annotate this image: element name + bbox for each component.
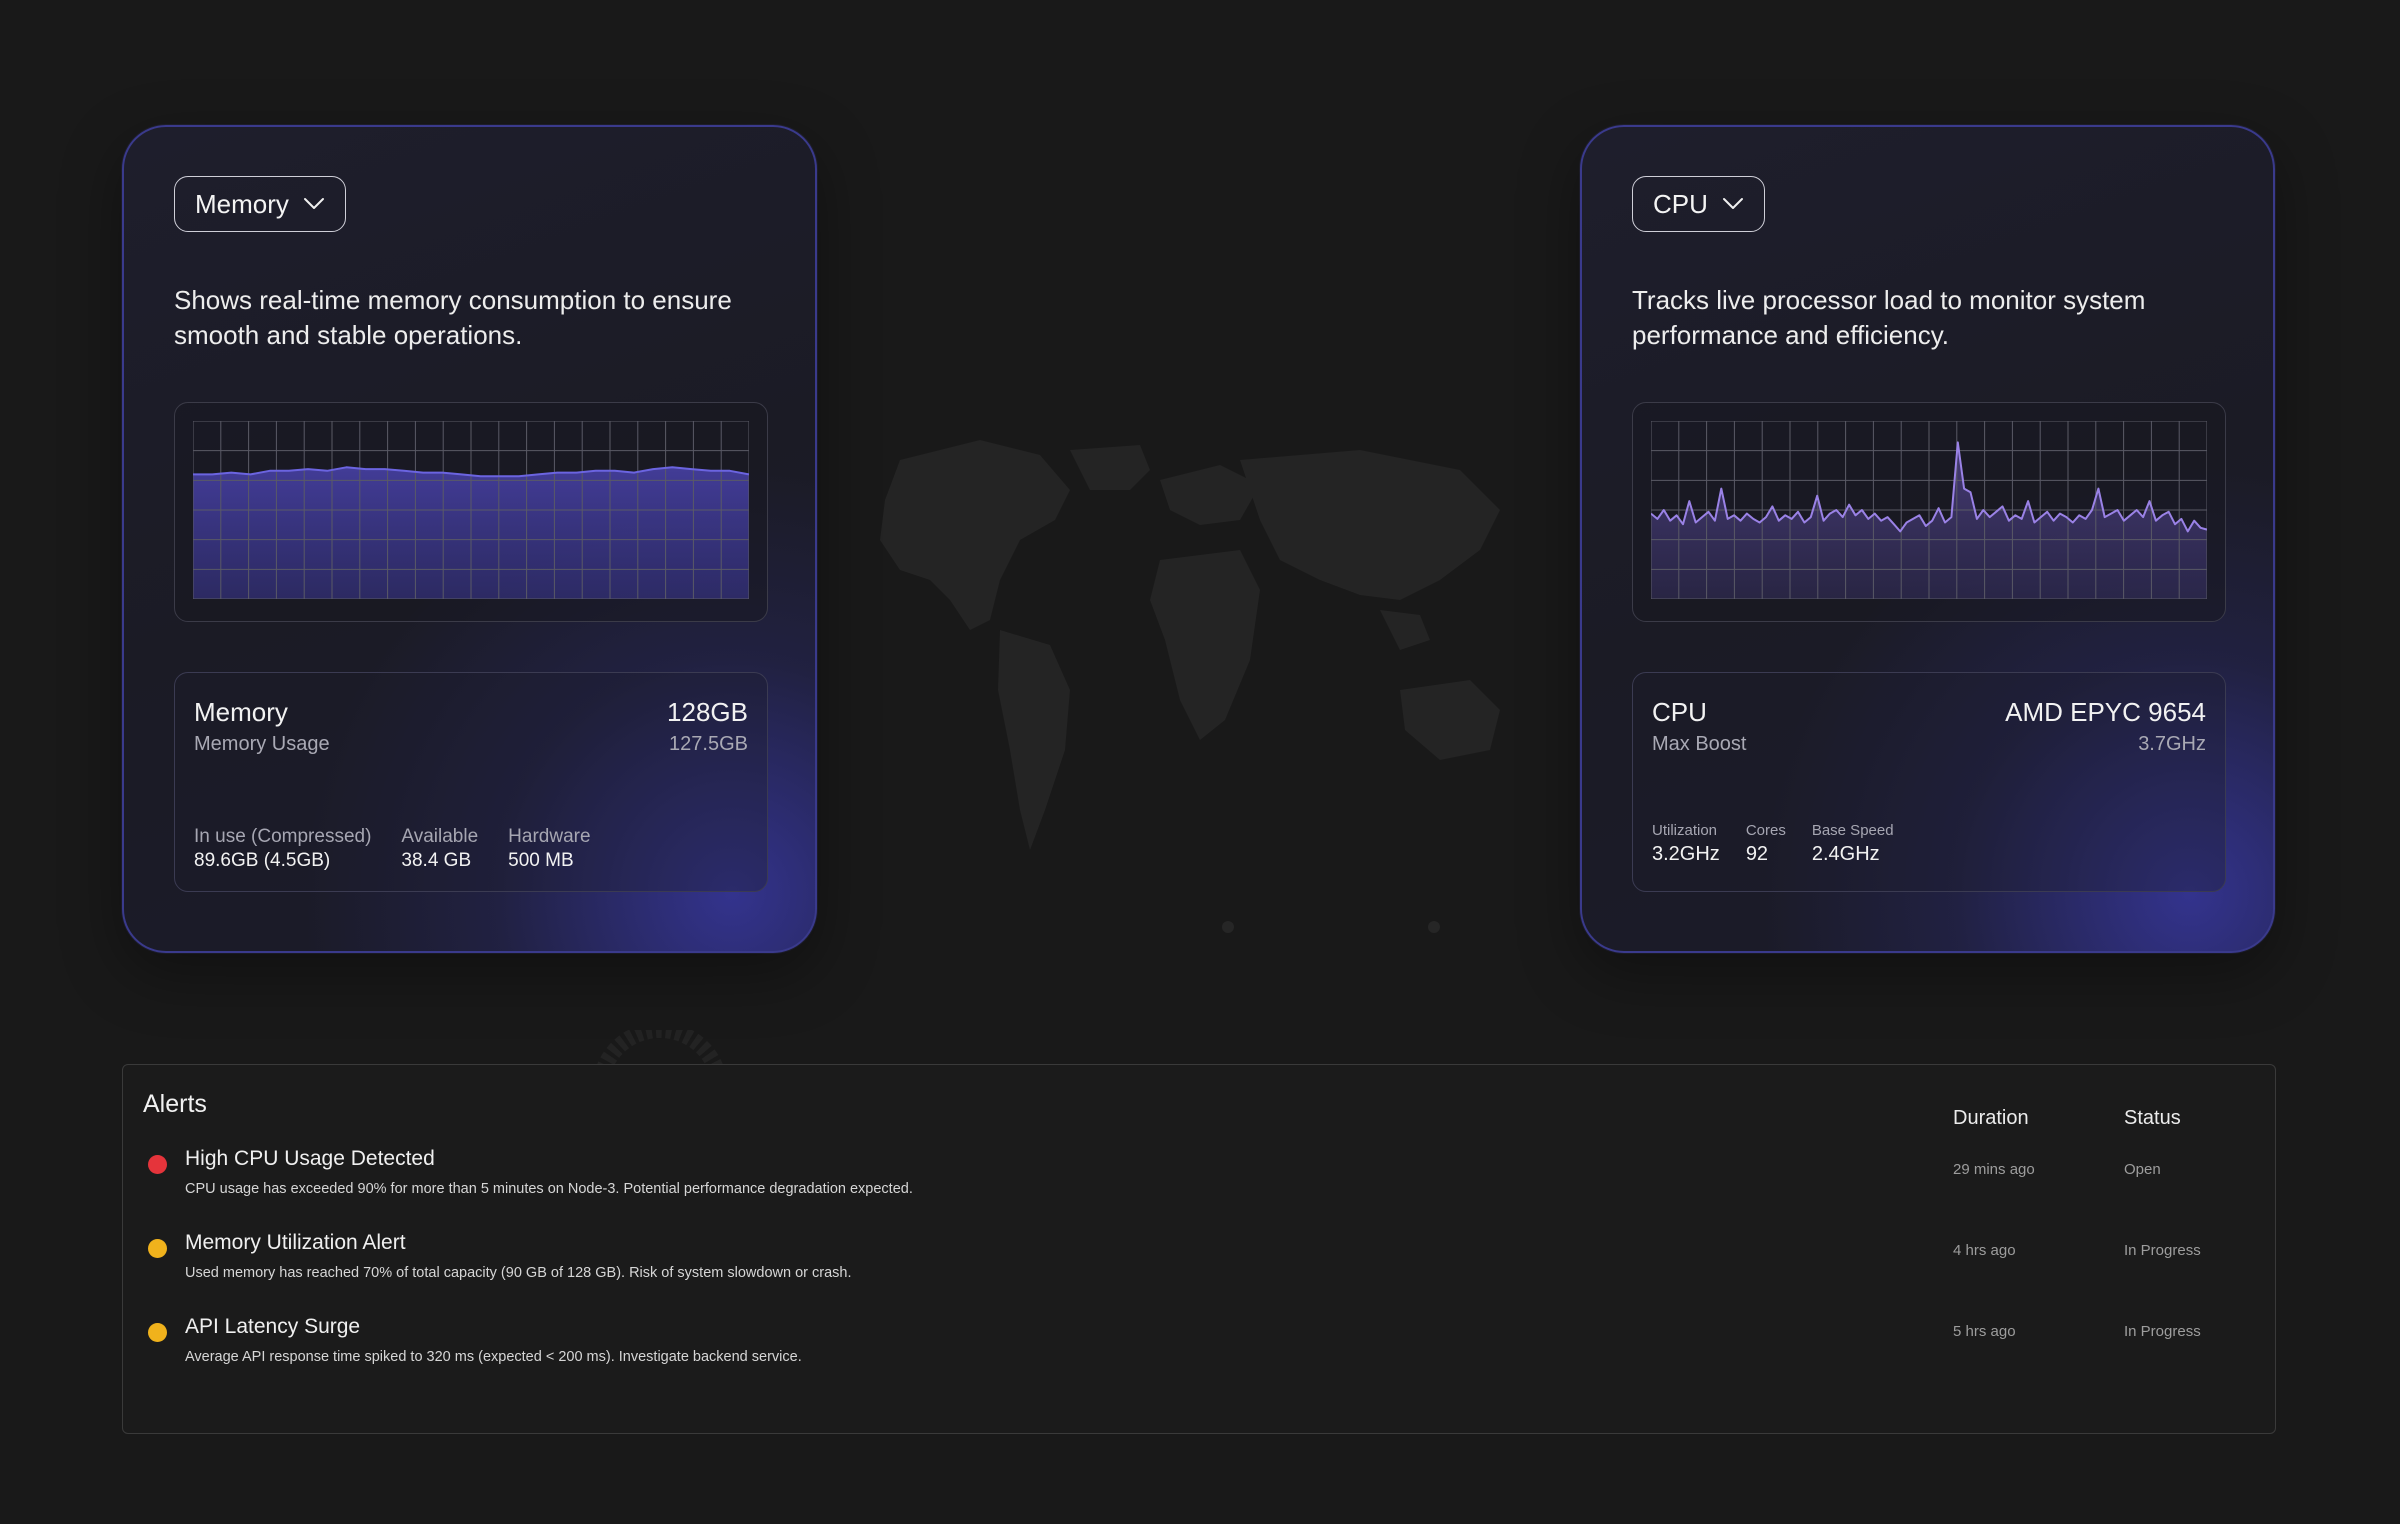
- cpu-model-value: AMD EPYC 9654: [2005, 697, 2206, 727]
- alert-severity-dot: [148, 1239, 167, 1258]
- memory-total-value: 128GB: [667, 697, 748, 727]
- stat-hardware: Hardware 500 MB: [508, 825, 590, 873]
- stat-value: 89.6GB (4.5GB): [194, 850, 331, 871]
- alert-duration: 29 mins ago: [1953, 1161, 2035, 1178]
- stat-in-use: In use (Compressed) 89.6GB (4.5GB): [194, 825, 371, 873]
- memory-usage-graph: [193, 421, 749, 599]
- column-header-duration: Duration: [1953, 1107, 2029, 1129]
- cpu-load-graph: [1651, 421, 2207, 599]
- chart-grid: [193, 421, 749, 599]
- cpu-info-title: CPU: [1652, 697, 1707, 727]
- alert-description: CPU usage has exceeded 90% for more than…: [185, 1181, 913, 1197]
- cpu-dropdown[interactable]: CPU: [1632, 176, 1765, 232]
- chart-grid: [1651, 421, 2207, 599]
- stat-value: 38.4 GB: [401, 850, 472, 871]
- alert-status: In Progress: [2124, 1242, 2201, 1259]
- cpu-card: CPU Tracks live processor load to monito…: [1580, 125, 2275, 953]
- alerts-panel: Alerts Duration Status High CPU Usage De…: [122, 1064, 2276, 1434]
- stat-label: Hardware: [508, 826, 591, 847]
- stat-value: 3.2GHz: [1652, 843, 1720, 865]
- cpu-info-panel: CPU Max Boost AMD EPYC 9654 3.7GHz Utili…: [1632, 672, 2226, 892]
- memory-description: Shows real-time memory consumption to en…: [174, 285, 732, 350]
- cpu-chart: [1632, 402, 2226, 622]
- stat-label: Utilization: [1652, 822, 1718, 839]
- cpu-dropdown-label: CPU: [1653, 188, 1708, 219]
- memory-stats: In use (Compressed) 89.6GB (4.5GB) Avail…: [194, 825, 621, 873]
- stat-utilization: Utilization 3.2GHz: [1652, 821, 1720, 867]
- alert-severity-dot: [148, 1155, 167, 1174]
- alert-row[interactable]: High CPU Usage Detected CPU usage has ex…: [123, 1147, 2275, 1217]
- alert-severity-dot: [148, 1323, 167, 1342]
- cpu-description: Tracks live processor load to monitor sy…: [1632, 285, 2146, 350]
- memory-info-title: Memory: [194, 697, 288, 727]
- alert-description: Used memory has reached 70% of total cap…: [185, 1265, 852, 1281]
- alert-status: Open: [2124, 1161, 2161, 1178]
- memory-card: Memory Shows real-time memory consumptio…: [122, 125, 817, 953]
- cpu-info-subtitle: Max Boost: [1652, 733, 1747, 755]
- memory-dropdown-label: Memory: [195, 188, 289, 219]
- stat-available: Available 38.4 GB: [401, 825, 478, 873]
- alert-row[interactable]: API Latency Surge Average API response t…: [123, 1315, 2275, 1385]
- cpu-stats: Utilization 3.2GHz Cores 92 Base Speed 2…: [1652, 821, 1920, 867]
- alert-status: In Progress: [2124, 1323, 2201, 1340]
- stat-base-speed: Base Speed 2.4GHz: [1812, 821, 1894, 867]
- memory-info-subtitle: Memory Usage: [194, 733, 330, 755]
- column-header-status: Status: [2124, 1107, 2181, 1129]
- chevron-down-icon: [303, 198, 324, 209]
- alert-duration: 5 hrs ago: [1953, 1323, 2016, 1340]
- faint-legend-right: [1428, 918, 1446, 938]
- stat-cores: Cores 92: [1746, 821, 1786, 867]
- alert-title: API Latency Surge: [185, 1315, 361, 1338]
- alerts-title: Alerts: [143, 1090, 207, 1118]
- alert-title: Memory Utilization Alert: [185, 1231, 406, 1254]
- stat-value: 500 MB: [508, 850, 574, 871]
- memory-dropdown[interactable]: Memory: [174, 176, 346, 232]
- memory-chart: [174, 402, 768, 622]
- alert-description: Average API response time spiked to 320 …: [185, 1349, 802, 1365]
- cpu-boost-value: 3.7GHz: [2138, 733, 2206, 755]
- memory-info-panel: Memory Memory Usage 128GB 127.5GB In use…: [174, 672, 768, 892]
- faint-legend-left: [1222, 918, 1240, 938]
- stat-value: 2.4GHz: [1811, 843, 1880, 865]
- stat-label: Cores: [1745, 822, 1786, 839]
- alert-row[interactable]: Memory Utilization Alert Used memory has…: [123, 1231, 2275, 1301]
- memory-usage-value: 127.5GB: [669, 733, 748, 755]
- chevron-down-icon: [1722, 198, 1743, 209]
- stat-value: 92: [1745, 843, 1769, 865]
- world-map-background: [880, 440, 1500, 850]
- stat-label: Base Speed: [1811, 822, 1894, 839]
- stat-label: In use (Compressed): [194, 826, 372, 847]
- alert-title: High CPU Usage Detected: [185, 1147, 435, 1170]
- alert-duration: 4 hrs ago: [1953, 1242, 2016, 1259]
- stat-label: Available: [401, 826, 479, 847]
